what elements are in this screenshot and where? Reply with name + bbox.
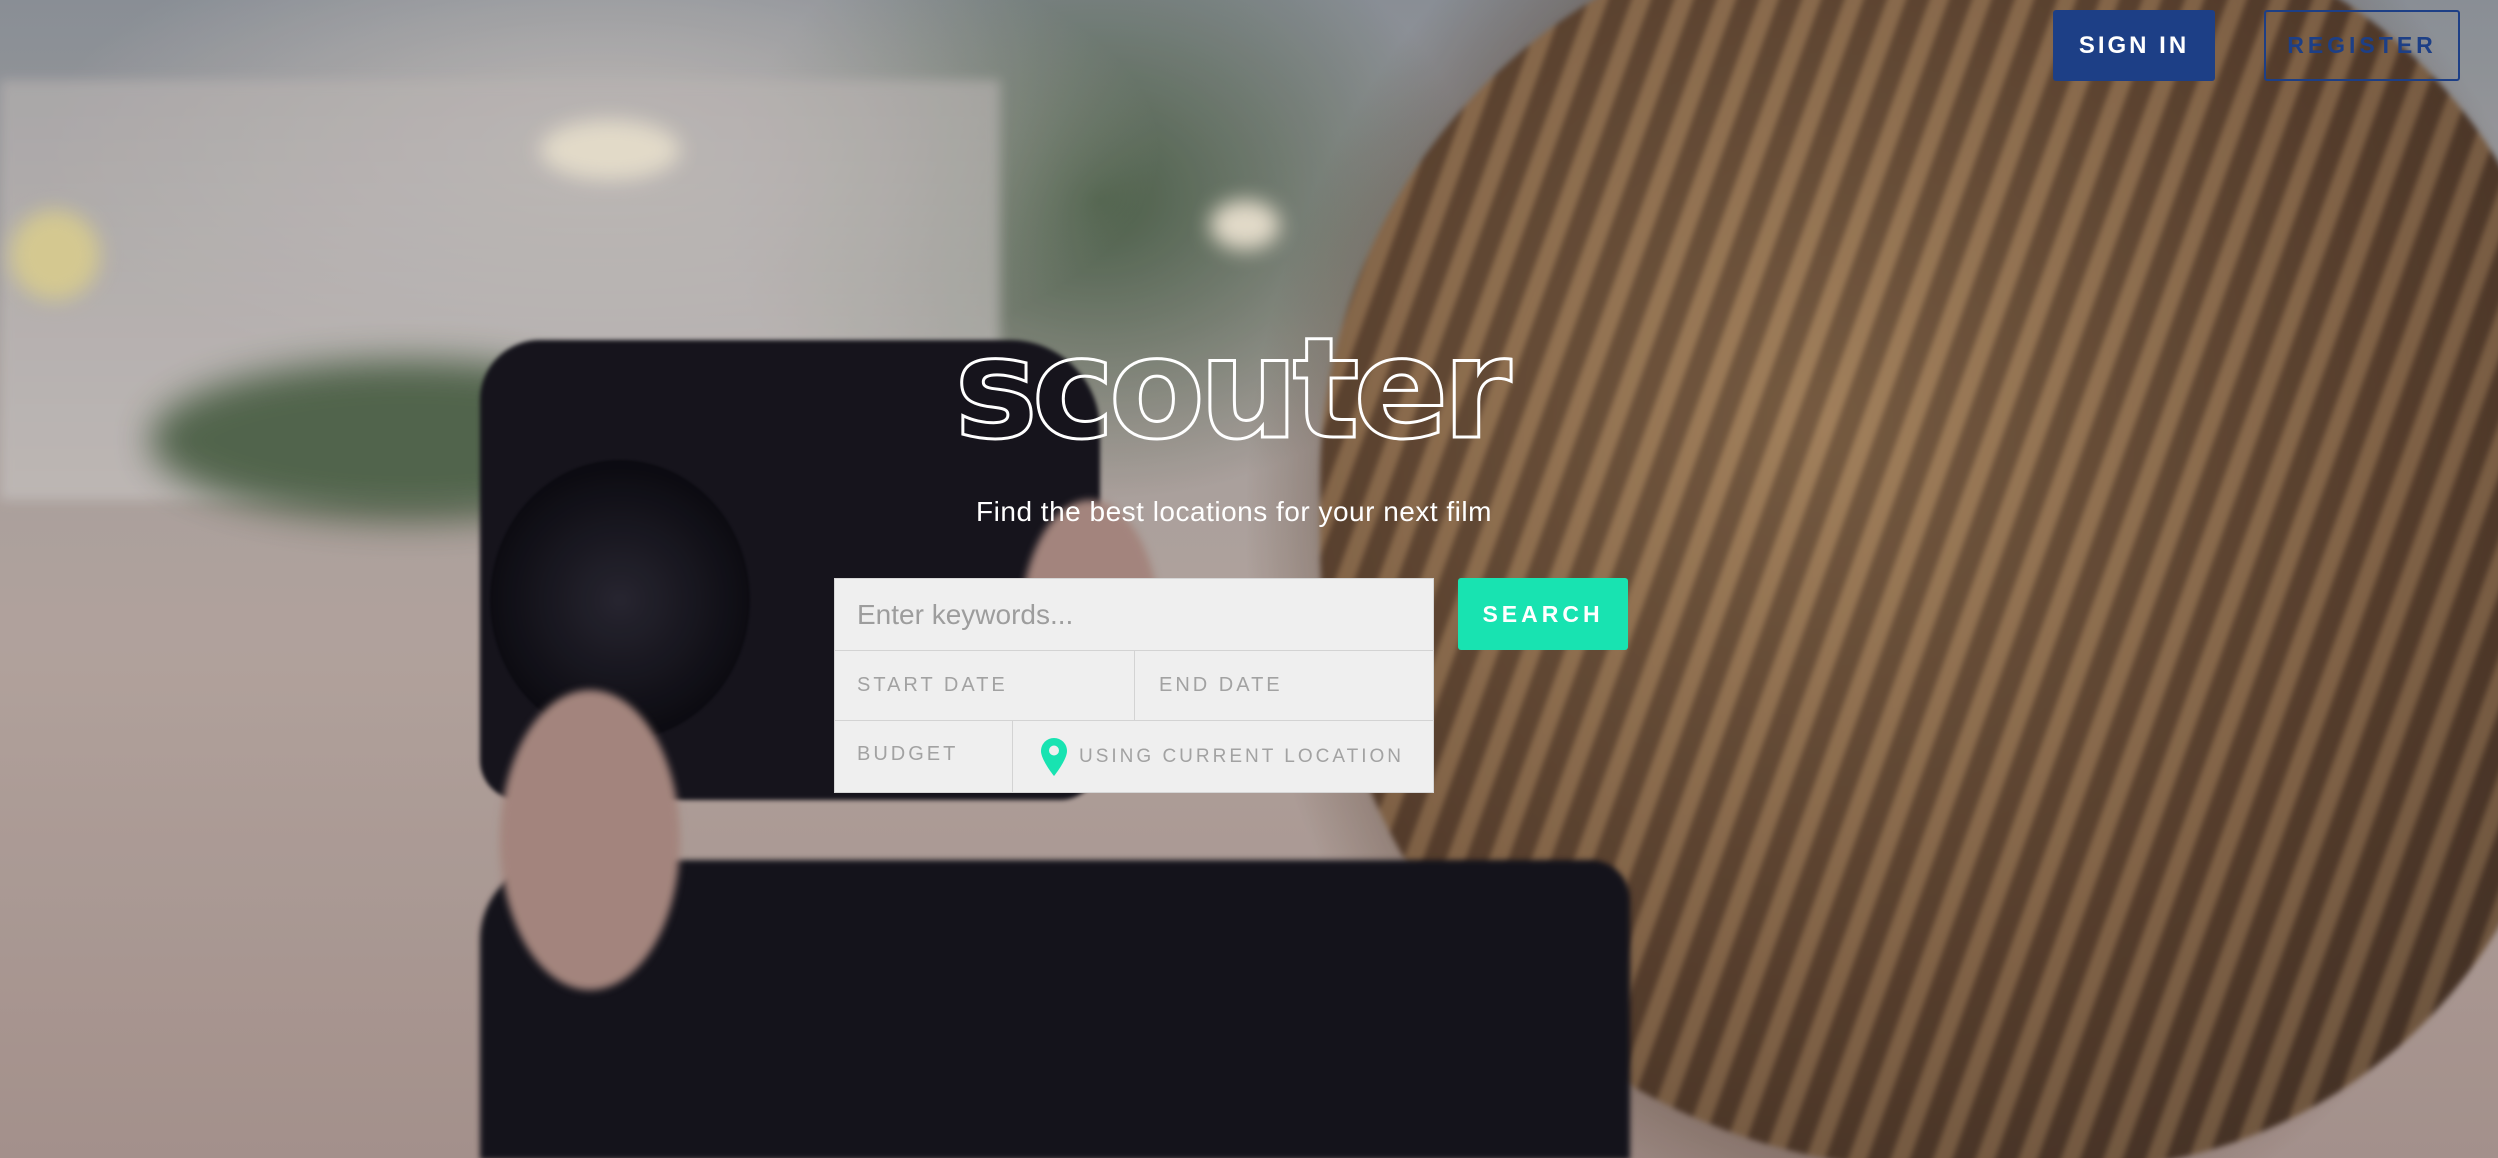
budget-field[interactable]: BUDGET [835,721,1013,792]
start-date-field[interactable]: START DATE [835,651,1135,721]
tagline: Find the best locations for your next fi… [976,496,1492,527]
map-pin-icon [1041,737,1067,776]
location-label: USING CURRENT LOCATION [1079,745,1404,767]
search-form: START DATE END DATE BUDGET USING CURRENT… [834,578,1434,793]
logo: scouter [953,308,1513,471]
sign-in-button[interactable]: SIGN IN [2053,10,2215,81]
hero-section: SIGN IN REGISTER scouter Find the best l… [0,0,2498,1158]
keywords-input[interactable] [835,579,1433,651]
end-date-field[interactable]: END DATE [1135,651,1433,721]
register-button[interactable]: REGISTER [2264,10,2460,81]
location-field[interactable]: USING CURRENT LOCATION [1013,721,1433,792]
search-button[interactable]: SEARCH [1458,578,1628,650]
